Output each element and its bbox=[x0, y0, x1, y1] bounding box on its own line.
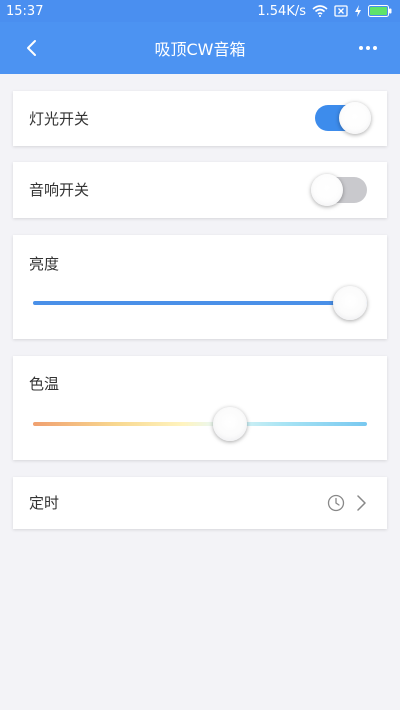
status-time: 15:37 bbox=[6, 3, 44, 19]
app-header: 吸顶CW音箱 bbox=[0, 22, 400, 74]
device-controls: 灯光开关 音响开关 亮度 色温 定时 bbox=[0, 74, 400, 542]
back-icon[interactable] bbox=[22, 38, 42, 58]
toggle-knob bbox=[311, 174, 343, 206]
color-temp-slider-thumb[interactable] bbox=[213, 407, 248, 441]
brightness-card: 亮度 bbox=[13, 235, 387, 339]
page-title: 吸顶CW音箱 bbox=[154, 40, 246, 59]
battery-icon bbox=[368, 5, 392, 17]
color-temp-card: 色温 bbox=[13, 356, 387, 460]
more-options-icon[interactable] bbox=[358, 40, 378, 56]
wifi-icon bbox=[312, 5, 328, 17]
light-switch-label: 灯光开关 bbox=[29, 110, 90, 128]
network-speed: 1.54K/s bbox=[257, 3, 306, 19]
brightness-slider-thumb[interactable] bbox=[333, 286, 368, 320]
sim-error-icon bbox=[334, 5, 348, 17]
timer-label: 定时 bbox=[29, 494, 60, 512]
status-bar: 15:37 1.54K/s bbox=[0, 0, 400, 22]
speaker-switch-label: 音响开关 bbox=[29, 181, 90, 199]
brightness-slider-track[interactable] bbox=[33, 301, 367, 305]
color-temp-label: 色温 bbox=[29, 375, 60, 393]
light-switch-row: 灯光开关 bbox=[13, 91, 387, 146]
toggle-knob bbox=[339, 102, 371, 134]
speaker-toggle[interactable] bbox=[311, 174, 367, 206]
chevron-right-icon[interactable] bbox=[355, 494, 367, 512]
speaker-switch-row: 音响开关 bbox=[13, 162, 387, 218]
charging-icon bbox=[354, 5, 362, 17]
color-temp-slider-track[interactable] bbox=[33, 422, 367, 426]
light-toggle[interactable] bbox=[315, 102, 371, 134]
clock-icon bbox=[327, 494, 345, 512]
brightness-label: 亮度 bbox=[29, 255, 60, 273]
timer-row[interactable]: 定时 bbox=[13, 477, 387, 529]
